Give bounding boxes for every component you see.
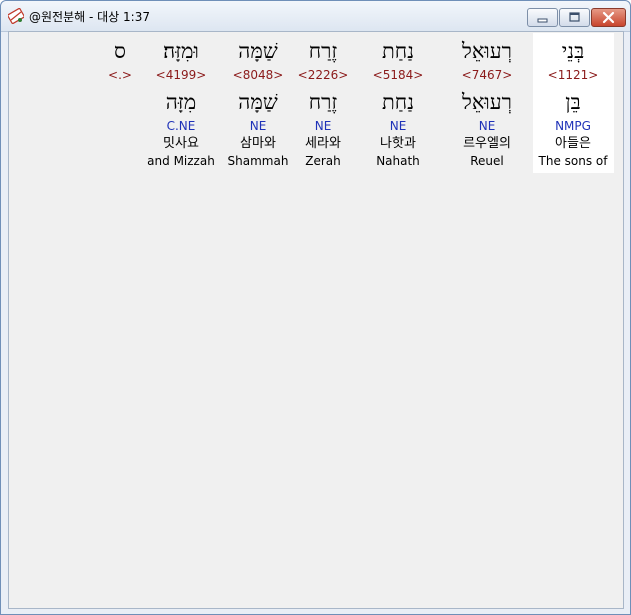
hebrew-lemma: נַחַת: [381, 90, 415, 114]
maximize-icon: [569, 12, 580, 22]
word-column[interactable]: נַחַת <5184> נַחַת NE 나핫과 Nahath: [358, 32, 438, 169]
close-button[interactable]: [591, 8, 626, 27]
close-icon: [602, 11, 615, 24]
word-column[interactable]: רְעוּאֵל <7467> רְעוּאֵל NE 르우엘의 Reuel: [447, 32, 527, 169]
minimize-icon: [537, 18, 548, 23]
hebrew-word: בְּנֵי: [561, 39, 585, 63]
english-gloss: Shammah: [227, 154, 289, 168]
interlinear-panel[interactable]: בְּנֵי <1121> בֵּן NMPG 아들은 The sons of רְעוּא…: [8, 31, 624, 609]
hebrew-lemma: רְעוּאֵל: [462, 90, 512, 114]
korean-gloss: 아들은: [555, 136, 591, 151]
minimize-button[interactable]: [527, 8, 558, 27]
strong-number: <1121>: [547, 68, 599, 82]
hebrew-lemma: בֵּן: [565, 90, 581, 114]
strong-number: <5184>: [372, 68, 424, 82]
english-gloss: [80, 153, 160, 169]
hebrew-word: שַׁמָּה: [238, 39, 278, 63]
hebrew-lemma: שַׁמָּה: [238, 90, 278, 114]
hebrew-lemma: [80, 86, 160, 118]
morph-code: NE: [478, 119, 496, 133]
morph-code: NE: [249, 119, 267, 133]
word-column[interactable]: שַׁמָּה <8048> שַׁמָּה NE 삼마와 Shammah: [218, 32, 298, 169]
english-gloss: Nahath: [376, 154, 420, 168]
english-gloss: The sons of: [538, 154, 608, 168]
english-gloss: Reuel: [470, 154, 504, 168]
title-bar[interactable]: @원전분해 - 대상 1:37: [1, 1, 630, 32]
maximize-button[interactable]: [559, 8, 590, 27]
strong-number: <7467>: [461, 68, 513, 82]
korean-gloss: [80, 135, 160, 153]
hebrew-word: ס: [114, 39, 126, 63]
word-column[interactable]: ס <.>: [80, 32, 160, 169]
word-column[interactable]: בְּנֵי <1121> בֵּן NMPG 아들은 The sons of: [533, 32, 613, 169]
hebrew-word: רְעוּאֵל: [462, 39, 512, 63]
morph-code: NE: [389, 119, 407, 133]
morph-code: NMPG: [555, 119, 591, 133]
korean-gloss: 삼마와: [240, 136, 276, 151]
main-window: @원전분해 - 대상 1:37 בְּנֵי <1121> בֵּן NMPG 아들은 T…: [0, 0, 631, 615]
app-icon[interactable]: [7, 7, 25, 25]
hebrew-word: נַחַת: [381, 39, 415, 63]
window-title: @원전분해 - 대상 1:37: [29, 10, 150, 24]
strong-number: <8048>: [232, 68, 284, 82]
strong-number: <.>: [108, 68, 132, 82]
korean-gloss: 르우엘의: [463, 136, 511, 151]
morph-code: [80, 118, 160, 135]
korean-gloss: 나핫과: [380, 136, 416, 151]
